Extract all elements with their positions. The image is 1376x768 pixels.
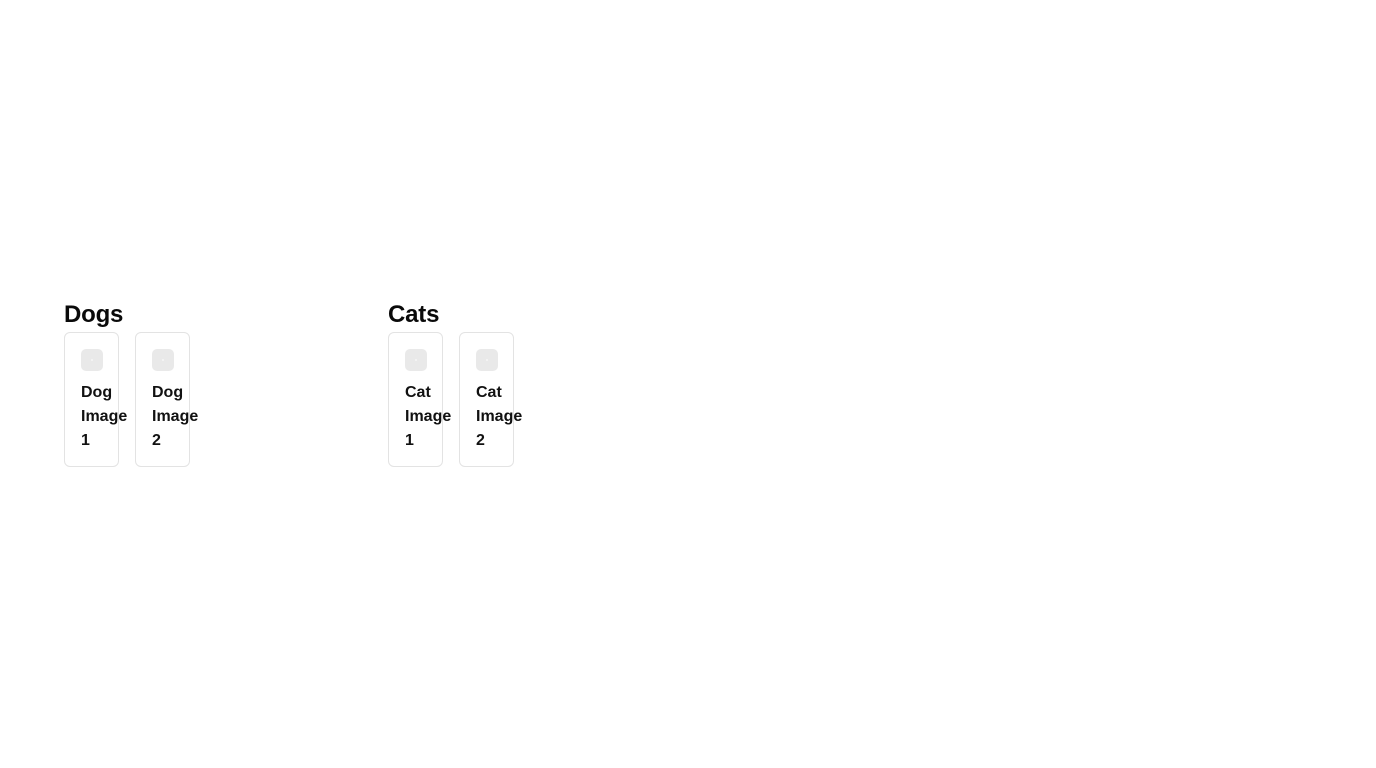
- cats-section: Cats Cat Image 1 Cat Image 2: [388, 300, 523, 467]
- page: Dogs Dog Image 1 Dog Image 2 Cats Cat Im…: [0, 0, 1376, 768]
- dogs-section: Dogs Dog Image 1 Dog Image 2: [64, 300, 199, 467]
- cat-image-1-label: Cat Image 1: [405, 384, 452, 449]
- dog-image-2-label: Dog Image 2: [152, 384, 199, 449]
- dogs-card-list: Dog Image 1 Dog Image 2: [64, 332, 199, 467]
- dog-image-1-card[interactable]: Dog Image 1: [64, 332, 128, 467]
- dogs-section-title: Dogs: [64, 301, 124, 328]
- image-placeholder-icon: [476, 349, 498, 371]
- dog-image-1-label: Dog Image 1: [81, 384, 128, 449]
- cat-image-1-card[interactable]: Cat Image 1: [388, 332, 452, 467]
- dog-image-2-card[interactable]: Dog Image 2: [135, 332, 199, 467]
- image-placeholder-icon: [81, 349, 103, 371]
- image-placeholder-icon: [405, 349, 427, 371]
- cats-section-title: Cats: [388, 301, 440, 328]
- image-placeholder-icon: [152, 349, 174, 371]
- cat-image-2-card[interactable]: Cat Image 2: [459, 332, 523, 467]
- cats-card-list: Cat Image 1 Cat Image 2: [388, 332, 523, 467]
- cat-image-2-label: Cat Image 2: [476, 384, 523, 449]
